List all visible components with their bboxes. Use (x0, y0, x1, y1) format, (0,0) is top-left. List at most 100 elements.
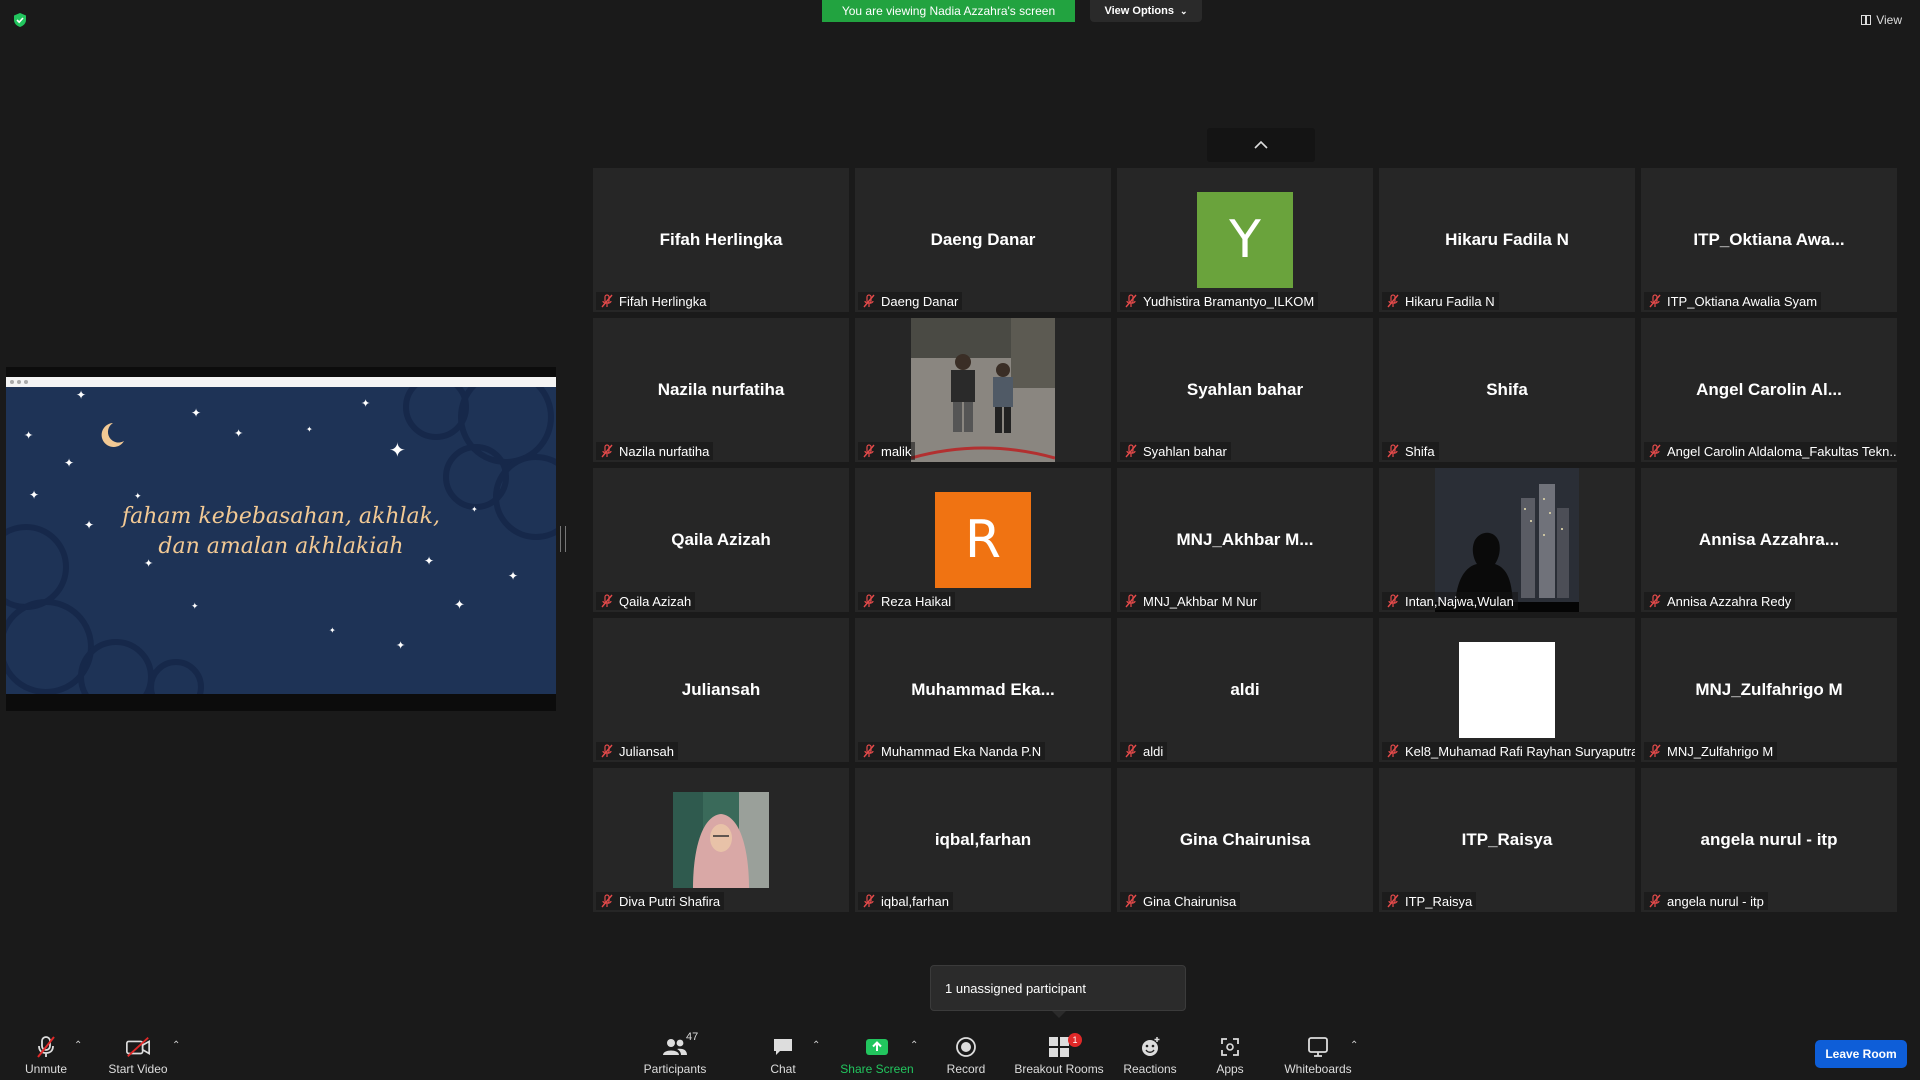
participant-tile[interactable]: Qaila Azizah Qaila Azizah (593, 468, 849, 612)
reactions-smiley-icon (1142, 1037, 1160, 1056)
participant-tile[interactable]: ITP_Raisya ITP_Raisya (1379, 768, 1635, 912)
mic-muted-icon (863, 594, 875, 608)
participant-display-name: Angel Carolin Al... (1696, 380, 1842, 399)
participant-tile[interactable]: angela nurul - itp angela nurul - itp (1641, 768, 1897, 912)
chat-button[interactable]: Chat (763, 1030, 803, 1076)
microphone-muted-icon (37, 1036, 55, 1058)
participant-display-name: Juliansah (681, 680, 761, 699)
view-options-label: View Options (1104, 5, 1174, 17)
participant-tile[interactable]: ITP_Oktiana Awa... ITP_Oktiana Awalia Sya… (1641, 168, 1897, 312)
participant-tile[interactable]: Muhammad Eka... Muhammad Eka Nanda P.N (855, 618, 1111, 762)
mic-muted-icon (601, 444, 613, 458)
whiteboards-label: Whiteboards (1284, 1062, 1352, 1076)
participants-count: 47 (686, 1031, 699, 1043)
participant-display-name: Syahlan bahar (1186, 380, 1304, 399)
participant-tile[interactable]: Gina Chairunisa Gina Chairunisa (1117, 768, 1373, 912)
participant-tile[interactable]: Shifa Shifa (1379, 318, 1635, 462)
participant-tile[interactable]: iqbal,farhan iqbal,farhan (855, 768, 1111, 912)
view-label: View (1876, 13, 1902, 27)
whiteboards-button[interactable]: Whiteboards (1282, 1030, 1354, 1076)
participant-tile[interactable]: Angel Carolin Al... Angel Carolin Aldalom… (1641, 318, 1897, 462)
share-screen-button[interactable]: Share Screen (838, 1030, 916, 1076)
participant-tile[interactable]: Nazila nurfatiha Nazila nurfatiha (593, 318, 849, 462)
participant-display-name: Hikaru Fadila N (1445, 230, 1569, 249)
security-shield-icon[interactable] (12, 12, 28, 28)
participant-tile[interactable]: Diva Putri Shafira (593, 768, 849, 912)
participant-tile[interactable]: Intan,Najwa,Wulan (1379, 468, 1635, 612)
participants-label: Participants (643, 1062, 707, 1076)
participant-tile[interactable]: Y Yudhistira Bramantyo_ILKOM (1117, 168, 1373, 312)
mic-muted-icon (1125, 744, 1137, 758)
record-button[interactable]: Record (940, 1030, 992, 1076)
mic-muted-icon (601, 294, 613, 308)
participant-name-label: Intan,Najwa,Wulan (1382, 592, 1518, 610)
mic-muted-icon (1125, 894, 1137, 908)
unmute-button[interactable]: Unmute (18, 1030, 74, 1076)
audio-options-caret-icon[interactable]: ⌃ (74, 1040, 82, 1051)
participant-name-text: ITP_Oktiana Awalia Syam (1667, 293, 1818, 309)
participant-name-text: Reza Haikal (881, 593, 952, 609)
participant-display-name: aldi (1230, 680, 1260, 699)
participant-video-feed (673, 792, 769, 888)
mic-muted-icon (863, 294, 875, 308)
mic-muted-icon (863, 894, 875, 908)
view-button[interactable]: View (1861, 10, 1902, 30)
participant-name-text: Daeng Danar (881, 293, 959, 309)
participant-name-text: Muhammad Eka Nanda P.N (881, 743, 1042, 759)
participant-display-name: Fifah Herlingka (659, 230, 783, 249)
participant-name-label: Reza Haikal (858, 592, 956, 610)
view-options-button[interactable]: View Options ⌄ (1090, 0, 1202, 22)
whiteboards-options-caret-icon[interactable]: ⌃ (1350, 1040, 1358, 1051)
participant-name-label: Syahlan bahar (1120, 442, 1231, 460)
participant-tile[interactable]: malik (855, 318, 1111, 462)
mic-muted-icon (1649, 594, 1661, 608)
participant-tile[interactable]: Hikaru Fadila N Hikaru Fadila N (1379, 168, 1635, 312)
svg-text:✦: ✦ (361, 398, 370, 410)
participant-video-feed (1459, 642, 1555, 738)
participant-tile[interactable]: Annisa Azzahra... Annisa Azzahra Redy (1641, 468, 1897, 612)
participant-tile[interactable]: MNJ_Akhbar M... MNJ_Akhbar M Nur (1117, 468, 1373, 612)
participant-name-label: Nazila nurfatiha (596, 442, 714, 460)
participant-tile[interactable]: Daeng Danar Daeng Danar (855, 168, 1111, 312)
participant-name-text: Qaila Azizah (619, 593, 692, 609)
gallery-scroll-up-button[interactable] (1207, 128, 1315, 162)
participant-tile[interactable]: Juliansah Juliansah (593, 618, 849, 762)
participant-display-name: iqbal,farhan (934, 830, 1032, 849)
participants-button[interactable]: 47 Participants (640, 1030, 710, 1076)
participant-tile[interactable]: Fifah Herlingka Fifah Herlingka (593, 168, 849, 312)
participant-avatar: R (935, 492, 1031, 588)
participant-tile[interactable]: MNJ_Zulfahrigo M MNJ_Zulfahrigo M (1641, 618, 1897, 762)
chat-options-caret-icon[interactable]: ⌃ (812, 1040, 820, 1051)
reactions-button[interactable]: Reactions (1122, 1030, 1178, 1076)
svg-text:✦: ✦ (389, 440, 406, 462)
participant-name-label: ITP_Raisya (1382, 892, 1477, 910)
mic-muted-icon (1649, 894, 1661, 908)
mic-muted-icon (863, 744, 875, 758)
share-options-caret-icon[interactable]: ⌃ (910, 1040, 918, 1051)
mic-muted-icon (1649, 294, 1661, 308)
participant-name-label: Diva Putri Shafira (596, 892, 725, 910)
participant-tile[interactable]: Kel8_Muhamad Rafi Rayhan Suryaputra (1379, 618, 1635, 762)
participant-name-text: Hikaru Fadila N (1405, 293, 1495, 309)
participant-tile[interactable]: Syahlan bahar Syahlan bahar (1117, 318, 1373, 462)
apps-button[interactable]: Apps (1210, 1030, 1250, 1076)
mic-muted-icon (1125, 444, 1137, 458)
breakout-rooms-button[interactable]: 1 Breakout Rooms (1012, 1030, 1106, 1076)
participant-video-feed (1435, 468, 1579, 612)
breakout-rooms-icon (1049, 1037, 1069, 1057)
mic-muted-icon (1387, 594, 1399, 608)
shared-window-titlebar (6, 377, 556, 387)
video-options-caret-icon[interactable]: ⌃ (172, 1040, 180, 1051)
participant-tile[interactable]: aldi aldi (1117, 618, 1373, 762)
chevron-up-icon (1254, 140, 1268, 149)
participants-icon (663, 1039, 687, 1055)
participant-name-text: Nazila nurfatiha (619, 443, 710, 459)
start-video-button[interactable]: Start Video (104, 1030, 172, 1076)
participant-name-label: Muhammad Eka Nanda P.N (858, 742, 1046, 760)
record-label: Record (946, 1062, 986, 1076)
participant-tile[interactable]: R Reza Haikal (855, 468, 1111, 612)
participant-name-text: angela nurul - itp (1667, 893, 1764, 909)
split-resize-handle[interactable] (560, 526, 566, 552)
svg-text:✦: ✦ (396, 640, 405, 652)
leave-room-button[interactable]: Leave Room (1815, 1040, 1907, 1068)
